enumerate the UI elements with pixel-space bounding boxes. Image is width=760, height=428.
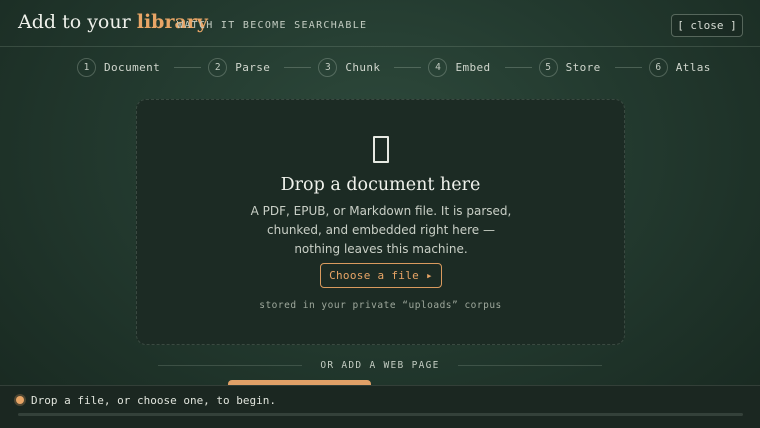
step-number: 2	[208, 57, 228, 77]
step-document: 1 Document	[77, 57, 161, 77]
step-store: 5 Store	[538, 57, 601, 77]
status-bar: Drop a file, or choose one, to begin.	[0, 385, 760, 428]
step-label: Embed	[455, 60, 491, 74]
step-atlas: 6 Atlas	[648, 57, 711, 77]
step-connector	[614, 66, 642, 68]
step-connector	[394, 66, 422, 68]
dropzone-note: stored in your private “uploads” corpus	[259, 300, 502, 311]
step-chunk: 3 Chunk	[318, 57, 381, 77]
header: Add to your library WATCH IT BECOME SEAR…	[0, 0, 760, 47]
dropzone-title: Drop a document here	[280, 175, 481, 195]
divider-line	[457, 364, 602, 366]
step-label: Parse	[235, 60, 271, 74]
step-label: Store	[565, 60, 601, 74]
close-button[interactable]: [ close ]	[671, 14, 743, 37]
step-label: Atlas	[675, 60, 711, 74]
page-subtitle: WATCH IT BECOME SEARCHABLE	[177, 20, 368, 31]
status-indicator-icon	[16, 396, 24, 404]
document-icon	[373, 136, 389, 163]
step-number: 6	[648, 57, 668, 77]
divider-label: OR ADD A WEB PAGE	[320, 359, 440, 371]
choose-file-button[interactable]: Choose a file ▸	[320, 263, 442, 288]
step-number: 1	[77, 57, 96, 77]
progress-bar	[18, 413, 743, 416]
step-label: Chunk	[345, 60, 381, 74]
step-parse: 2 Parse	[208, 57, 271, 77]
pipeline-steps: 1 Document 2 Parse 3 Chunk 4 Embed 5 Sto…	[77, 57, 710, 77]
step-number: 3	[318, 57, 338, 77]
step-number: 4	[428, 57, 448, 77]
divider-line	[158, 364, 303, 366]
step-label: Document	[104, 60, 161, 74]
status-message: Drop a file, or choose one, to begin.	[31, 394, 277, 407]
file-dropzone[interactable]: Drop a document here A PDF, EPUB, or Mar…	[136, 99, 625, 345]
dropzone-description: A PDF, EPUB, or Markdown file. It is par…	[250, 204, 512, 256]
step-connector	[284, 66, 312, 68]
step-number: 5	[538, 57, 558, 77]
step-connector	[504, 66, 532, 68]
web-page-divider: OR ADD A WEB PAGE	[158, 358, 602, 372]
step-embed: 4 Embed	[428, 57, 491, 77]
page-title-prefix: Add to your	[18, 11, 137, 33]
step-connector	[174, 66, 202, 68]
